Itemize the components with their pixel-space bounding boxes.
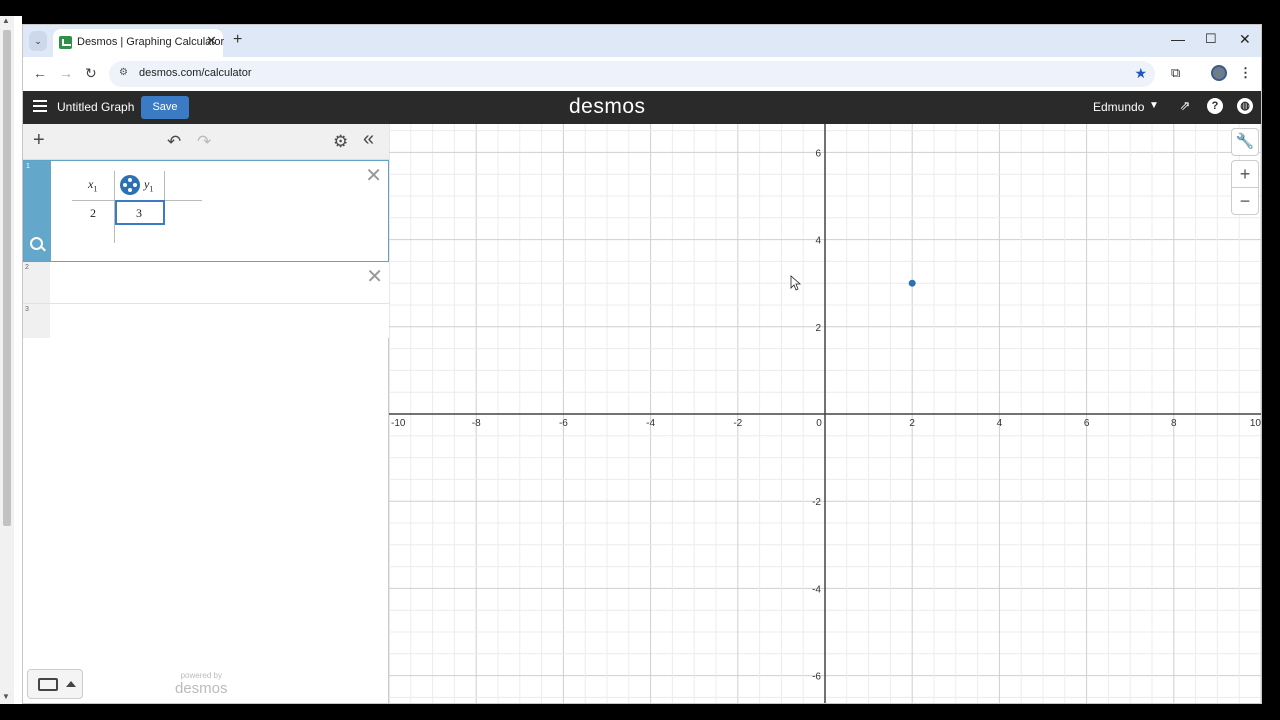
redo-icon[interactable]: ↷	[197, 132, 211, 152]
x-tick-label: -6	[559, 418, 568, 429]
powered-by-logo: desmos	[175, 680, 228, 697]
close-tab-icon[interactable]: ✕	[206, 33, 217, 49]
expression-row-empty[interactable]: 2 ✕	[23, 262, 389, 304]
tab-search-button[interactable]: ⌄	[29, 31, 47, 51]
desmos-favicon-icon	[59, 36, 72, 49]
bookmark-star-icon[interactable]: ★	[1134, 65, 1147, 82]
profile-avatar[interactable]	[1211, 65, 1227, 81]
maximize-button[interactable]: ☐	[1205, 31, 1217, 47]
back-icon[interactable]: ←	[33, 65, 47, 81]
tab-desmos[interactable]: Desmos | Graphing Calculator ✕	[53, 29, 225, 57]
screen: { "browser": { "tab_title": "Desmos | Gr…	[0, 0, 1280, 720]
data-point	[908, 279, 916, 287]
user-dropdown-icon[interactable]: ▼	[1146, 98, 1162, 114]
x-tick-label: 0	[816, 418, 822, 429]
help-icon[interactable]: ?	[1207, 98, 1223, 114]
powered-by-text: powered by	[180, 671, 222, 680]
x-tick-label: 8	[1171, 418, 1177, 429]
tab-strip: ⌄ Desmos | Graphing Calculator ✕ + — ☐ ✕	[23, 25, 1261, 57]
undo-icon[interactable]: ↶	[167, 132, 181, 152]
zoom-out-button[interactable]: −	[1231, 187, 1259, 215]
extensions-icon[interactable]: ⧉	[1171, 65, 1180, 81]
scroll-up-icon[interactable]: ▲	[2, 16, 10, 25]
x-subscript: 1	[93, 184, 98, 194]
x-tick-label: 2	[909, 418, 915, 429]
graph-paper[interactable]: -10 -8 -6 -4 -2 0 2 4 6 8 10 6 4 2 -2 -4 -6 🔧 + −	[388, 124, 1262, 704]
y-tick-label: -4	[812, 584, 821, 595]
add-item-icon[interactable]: +	[33, 129, 45, 152]
collapse-panel-icon[interactable]: «	[363, 128, 374, 151]
page-margin	[14, 16, 22, 704]
x-tick-label: -10	[391, 418, 406, 429]
row-gutter[interactable]: 2	[23, 262, 50, 303]
language-globe-icon[interactable]: ◍	[1237, 98, 1253, 114]
menu-icon[interactable]	[33, 100, 47, 102]
table-cell-y[interactable]: 3	[136, 206, 142, 221]
expression-panel: + ↶ ↷ ⚙ « 1 x1 y1 2 3 ✕ 2 ✕ 3 powered by…	[23, 124, 389, 703]
y-tick-label: -2	[812, 497, 821, 508]
y-tick-label: 4	[815, 236, 821, 247]
row-gutter[interactable]: 1	[24, 161, 51, 261]
desmos-logo: desmos	[569, 95, 646, 118]
minimize-button[interactable]: —	[1171, 31, 1185, 47]
outer-scrollbar[interactable]: ▲ ▼	[0, 16, 14, 704]
reload-icon[interactable]: ↻	[85, 65, 97, 82]
omnibox[interactable]: ⚙ desmos.com/calculator ★	[109, 61, 1155, 87]
bottom-bar	[0, 704, 1280, 720]
tab-title: Desmos | Graphing Calculator	[77, 36, 225, 48]
x-tick-label: 4	[997, 418, 1003, 429]
expression-toolbar: + ↶ ↷ ⚙ «	[23, 124, 389, 160]
x-tick-label: 10	[1250, 418, 1262, 429]
table-divider	[164, 171, 165, 201]
point-style-icon[interactable]	[120, 175, 140, 195]
y-tick-label: 6	[815, 148, 821, 159]
row-number: 2	[25, 264, 29, 271]
delete-row-icon[interactable]: ✕	[365, 163, 382, 188]
graph-title[interactable]: Untitled Graph	[57, 100, 134, 114]
new-tab-button[interactable]: +	[233, 31, 242, 49]
url-text[interactable]: desmos.com/calculator	[139, 67, 252, 79]
x-tick-label: -2	[733, 418, 742, 429]
row-number: 1	[26, 163, 30, 170]
delete-row-icon[interactable]: ✕	[366, 264, 383, 289]
desmos-header: Untitled Graph Save desmos Edmundo ▼ ⇗ ?…	[23, 91, 1261, 124]
expression-row-empty[interactable]: 3	[23, 304, 389, 338]
keyboard-icon	[38, 678, 58, 691]
powered-by-desmos[interactable]: powered by desmos	[175, 671, 228, 697]
x-tick-label: -4	[646, 418, 655, 429]
browser-window: ⌄ Desmos | Graphing Calculator ✕ + — ☐ ✕…	[22, 24, 1262, 704]
row-gutter[interactable]: 3	[23, 304, 50, 338]
scrollbar-thumb[interactable]	[3, 30, 11, 526]
zoom-in-button[interactable]: +	[1231, 160, 1259, 188]
mouse-cursor	[790, 275, 802, 291]
expression-row-table[interactable]: 1 x1 y1 2 3 ✕	[23, 160, 389, 262]
x-tick-label: -8	[472, 418, 481, 429]
forward-icon[interactable]: →	[59, 65, 73, 81]
address-bar-row: ← → ↻ ⚙ desmos.com/calculator ★ ⧉ ⋮	[23, 57, 1261, 91]
y-tick-label: -6	[812, 672, 821, 683]
table-header-x[interactable]: x1	[88, 177, 97, 193]
share-icon[interactable]: ⇗	[1177, 98, 1193, 114]
site-info-icon[interactable]: ⚙	[119, 67, 128, 78]
more-menu-icon[interactable]: ⋮	[1239, 65, 1252, 81]
keypad-toggle-button[interactable]	[27, 669, 83, 699]
table-header-y[interactable]: y1	[144, 177, 153, 193]
caret-up-icon	[66, 681, 76, 687]
x-tick-label: 6	[1084, 418, 1090, 429]
graph-canvas[interactable]: -10 -8 -6 -4 -2 0 2 4 6 8 10 6 4 2 -2 -4 -6	[388, 124, 1262, 704]
y-tick-label: 2	[815, 323, 821, 334]
save-button[interactable]: Save	[141, 96, 189, 119]
row-number: 3	[25, 306, 29, 313]
scroll-down-icon[interactable]: ▼	[2, 692, 10, 701]
graph-settings-wrench-icon[interactable]: 🔧	[1231, 128, 1259, 156]
table-cell-x[interactable]: 2	[90, 206, 96, 221]
close-window-button[interactable]: ✕	[1239, 31, 1251, 48]
user-menu[interactable]: Edmundo	[1093, 100, 1144, 114]
y-subscript: 1	[149, 184, 154, 194]
zoom-fit-icon[interactable]	[30, 237, 43, 250]
settings-gear-icon[interactable]: ⚙	[333, 132, 348, 152]
